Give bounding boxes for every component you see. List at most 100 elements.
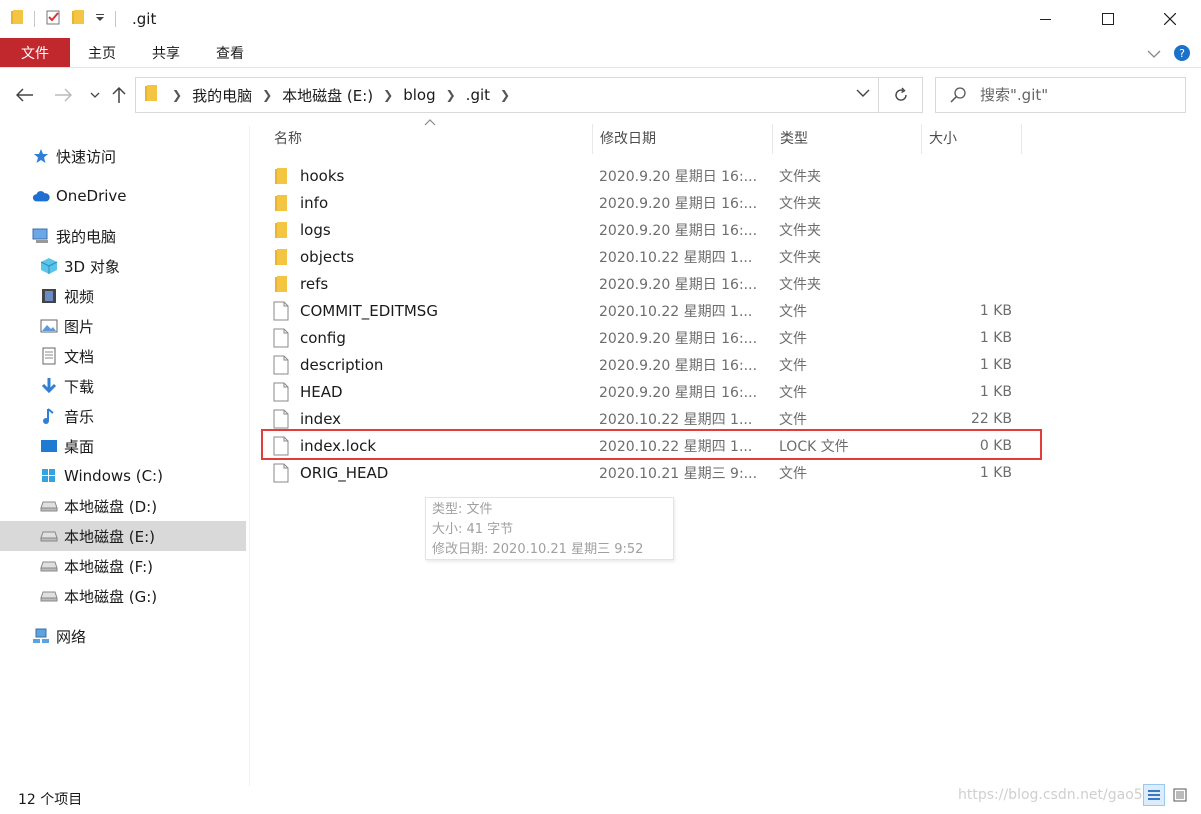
- table-row[interactable]: hooks 2020.9.20 星期日 16:... 文件夹: [262, 162, 1022, 189]
- table-row[interactable]: info 2020.9.20 星期日 16:... 文件夹: [262, 189, 1022, 216]
- expand-ribbon-icon[interactable]: [1147, 47, 1161, 63]
- forward-button[interactable]: [50, 82, 76, 108]
- file-size: 1 KB: [979, 329, 1012, 346]
- chevron-right-icon[interactable]: ❯: [500, 88, 510, 102]
- large-icons-view-icon: [1173, 788, 1187, 802]
- drive-icon: [40, 527, 58, 545]
- sidebar-item[interactable]: 网络: [0, 621, 246, 651]
- sidebar-item[interactable]: 桌面: [0, 431, 246, 461]
- sidebar-item[interactable]: 快速访问: [0, 141, 246, 171]
- file-type: LOCK 文件: [779, 438, 849, 455]
- back-button[interactable]: [12, 82, 38, 108]
- pane-divider[interactable]: [249, 126, 250, 786]
- chevron-right-icon[interactable]: ❯: [262, 88, 272, 102]
- column-size[interactable]: 大小: [921, 122, 957, 154]
- ribbon-tabs: 文件 主页 共享 查看 ?: [0, 38, 1201, 68]
- file-date: 2020.10.22 星期四 1...: [599, 303, 753, 320]
- recent-locations-button[interactable]: [82, 82, 108, 108]
- file-name-cell: hooks: [272, 166, 344, 186]
- sidebar-item-label: 视频: [64, 287, 95, 306]
- sidebar-item-label: 我的电脑: [56, 227, 117, 246]
- column-name[interactable]: 名称: [266, 122, 302, 154]
- file-name: ORIG_HEAD: [300, 463, 389, 482]
- search-input[interactable]: [980, 86, 1170, 104]
- large-icons-view-button[interactable]: [1169, 784, 1191, 806]
- sidebar-item[interactable]: OneDrive: [0, 181, 246, 211]
- file-size: 1 KB: [979, 302, 1012, 319]
- table-row[interactable]: ORIG_HEAD 2020.10.21 星期三 9:... 文件 1 KB: [262, 459, 1022, 486]
- file-name: COMMIT_EDITMSG: [300, 301, 438, 320]
- sidebar-item[interactable]: 音乐: [0, 401, 246, 431]
- breadcrumb-git[interactable]: .git: [466, 86, 490, 104]
- details-view-button[interactable]: [1143, 784, 1165, 806]
- file-date: 2020.9.20 星期日 16:...: [599, 357, 758, 374]
- sidebar-item[interactable]: 3D 对象: [0, 251, 246, 281]
- file-name: hooks: [300, 166, 345, 185]
- search-box[interactable]: [935, 77, 1186, 113]
- breadcrumb-blog[interactable]: blog: [403, 86, 435, 104]
- folder-icon[interactable]: [10, 9, 24, 29]
- column-date[interactable]: 修改日期: [592, 122, 656, 154]
- close-button[interactable]: [1139, 0, 1201, 38]
- sidebar-item[interactable]: 本地磁盘 (E:): [0, 521, 246, 551]
- address-bar[interactable]: ❯ 我的电脑 ❯ 本地磁盘 (E:) ❯ blog ❯ .git ❯: [135, 77, 879, 113]
- file-name-cell: index: [272, 409, 341, 429]
- chevron-right-icon[interactable]: ❯: [446, 88, 456, 102]
- table-row[interactable]: logs 2020.9.20 星期日 16:... 文件夹: [262, 216, 1022, 243]
- new-folder-icon[interactable]: [71, 9, 85, 29]
- sidebar-item[interactable]: 本地磁盘 (G:): [0, 581, 246, 611]
- chevron-right-icon[interactable]: ❯: [383, 88, 393, 102]
- sidebar-item-label: 本地磁盘 (E:): [64, 527, 156, 546]
- refresh-button[interactable]: [879, 77, 923, 113]
- table-row[interactable]: COMMIT_EDITMSG 2020.10.22 星期四 1... 文件 1 KB: [262, 297, 1022, 324]
- sidebar-item[interactable]: 本地磁盘 (D:): [0, 491, 246, 521]
- file-date: 2020.10.21 星期三 9:...: [599, 465, 758, 482]
- up-button[interactable]: [106, 82, 132, 108]
- sidebar-item[interactable]: 图片: [0, 311, 246, 341]
- file-size: 1 KB: [979, 356, 1012, 373]
- title-bar: .git: [0, 0, 1201, 38]
- address-history-dropdown[interactable]: [856, 86, 870, 102]
- file-name-cell: ORIG_HEAD: [272, 463, 388, 483]
- file-name: info: [300, 193, 329, 212]
- tab-file[interactable]: 文件: [0, 38, 70, 67]
- table-row[interactable]: refs 2020.9.20 星期日 16:... 文件夹: [262, 270, 1022, 297]
- customize-toolbar-icon[interactable]: [95, 11, 105, 27]
- sidebar-item-label: 下载: [64, 377, 95, 396]
- table-row[interactable]: index 2020.10.22 星期四 1... 文件 22 KB: [262, 405, 1022, 432]
- sidebar-item[interactable]: 下载: [0, 371, 246, 401]
- picture-icon: [40, 317, 58, 335]
- tab-home[interactable]: 主页: [70, 38, 134, 67]
- tooltip-type: 类型: 文件: [432, 502, 493, 517]
- chevron-right-icon[interactable]: ❯: [172, 88, 182, 102]
- file-icon: [272, 436, 290, 456]
- drive-icon: [40, 497, 58, 515]
- table-row[interactable]: description 2020.9.20 星期日 16:... 文件 1 KB: [262, 351, 1022, 378]
- file-name-cell: HEAD: [272, 382, 343, 402]
- column-type[interactable]: 类型: [772, 122, 808, 154]
- minimize-button[interactable]: [1015, 0, 1077, 38]
- file-name-cell: COMMIT_EDITMSG: [272, 301, 438, 321]
- sidebar-item[interactable]: 本地磁盘 (F:): [0, 551, 246, 581]
- file-icon: [272, 328, 290, 348]
- sidebar-item[interactable]: 视频: [0, 281, 246, 311]
- sidebar-item[interactable]: Windows (C:): [0, 461, 246, 491]
- svg-text:?: ?: [1179, 47, 1185, 60]
- navigation-pane: 快速访问 OneDrive 我的电脑 3D 对象视频图片 文档下载音乐 桌面 Windows…: [0, 126, 248, 776]
- sidebar-item[interactable]: 我的电脑: [0, 221, 246, 251]
- table-row[interactable]: objects 2020.10.22 星期四 1... 文件夹: [262, 243, 1022, 270]
- quick-access-toolbar: [10, 9, 122, 29]
- sidebar-item[interactable]: 文档: [0, 341, 246, 371]
- properties-icon[interactable]: [45, 9, 61, 29]
- maximize-button[interactable]: [1077, 0, 1139, 38]
- tab-view[interactable]: 查看: [198, 38, 262, 67]
- sidebar-item-label: 3D 对象: [64, 257, 120, 276]
- help-icon[interactable]: ?: [1173, 44, 1191, 66]
- table-row[interactable]: HEAD 2020.9.20 星期日 16:... 文件 1 KB: [262, 378, 1022, 405]
- breadcrumb-my-computer[interactable]: 我的电脑: [192, 85, 252, 106]
- breadcrumb-drive-e[interactable]: 本地磁盘 (E:): [282, 85, 373, 106]
- table-row[interactable]: index.lock 2020.10.22 星期四 1... LOCK 文件 0 KB: [262, 432, 1022, 459]
- tab-share[interactable]: 共享: [134, 38, 198, 67]
- table-row[interactable]: config 2020.9.20 星期日 16:... 文件 1 KB: [262, 324, 1022, 351]
- file-size: 22 KB: [970, 410, 1012, 427]
